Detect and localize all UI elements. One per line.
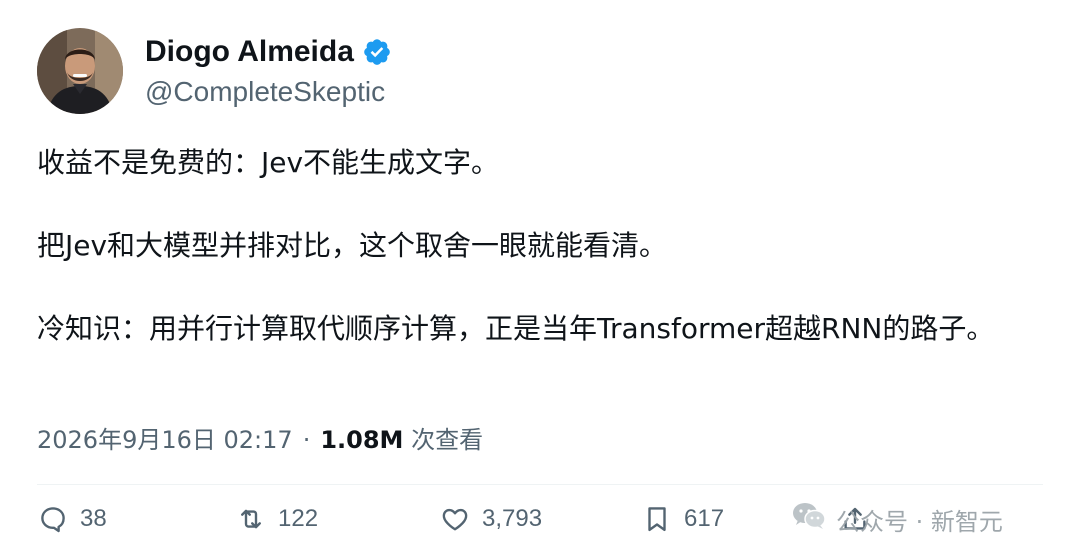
watermark-text: 公众号 · 新智元 xyxy=(836,507,1003,536)
author-handle[interactable]: @CompleteSkeptic xyxy=(145,76,392,108)
tweet-text: 收益不是免费的：Jev不能生成文字。 把Jev和大模型并排对比，这个取舍一眼就能… xyxy=(37,140,1027,351)
avatar[interactable] xyxy=(37,28,123,114)
heart-icon xyxy=(442,508,468,531)
author-names: Diogo Almeida @CompleteSkeptic xyxy=(145,34,392,108)
meta-separator: · xyxy=(302,426,311,454)
tweet-paragraph: 收益不是免费的：Jev不能生成文字。 xyxy=(37,146,500,179)
tweet-card: Diogo Almeida @CompleteSkeptic 收益不是免费的：J… xyxy=(0,0,1080,558)
retweet-button[interactable]: 122 xyxy=(236,498,318,540)
retweet-count: 122 xyxy=(278,505,319,532)
divider xyxy=(37,484,1043,485)
tweet-paragraph: 冷知识：用并行计算取代顺序计算，正是当年Transformer超越RNN的路子。 xyxy=(37,312,995,345)
bookmark-icon xyxy=(648,507,666,532)
reply-count: 38 xyxy=(80,505,107,532)
views-label: 次查看 xyxy=(411,426,484,454)
tweet-meta: 2026年9月16日 02:17 · 1.08M 次查看 xyxy=(37,422,483,458)
name-row: Diogo Almeida xyxy=(145,34,392,70)
tweet-paragraph: 把Jev和大模型并排对比，这个取舍一眼就能看清。 xyxy=(37,229,668,262)
tweet-timestamp[interactable]: 2026年9月16日 02:17 xyxy=(37,426,293,454)
bookmark-button[interactable]: 617 xyxy=(642,498,724,540)
bookmark-count: 617 xyxy=(684,505,725,532)
reply-icon xyxy=(41,507,65,533)
wechat-icon xyxy=(792,502,826,536)
verified-badge-icon xyxy=(362,37,392,67)
watermark: 公众号 · 新智元 xyxy=(792,498,1003,540)
tweet-header: Diogo Almeida @CompleteSkeptic xyxy=(37,28,392,114)
author-display-name[interactable]: Diogo Almeida xyxy=(145,34,354,70)
avatar-image xyxy=(37,28,123,114)
retweet-icon xyxy=(241,509,261,529)
like-count: 3,793 xyxy=(482,505,543,532)
like-button[interactable]: 3,793 xyxy=(440,498,542,540)
views-count: 1.08M xyxy=(320,426,404,454)
reply-button[interactable]: 38 xyxy=(38,498,107,540)
